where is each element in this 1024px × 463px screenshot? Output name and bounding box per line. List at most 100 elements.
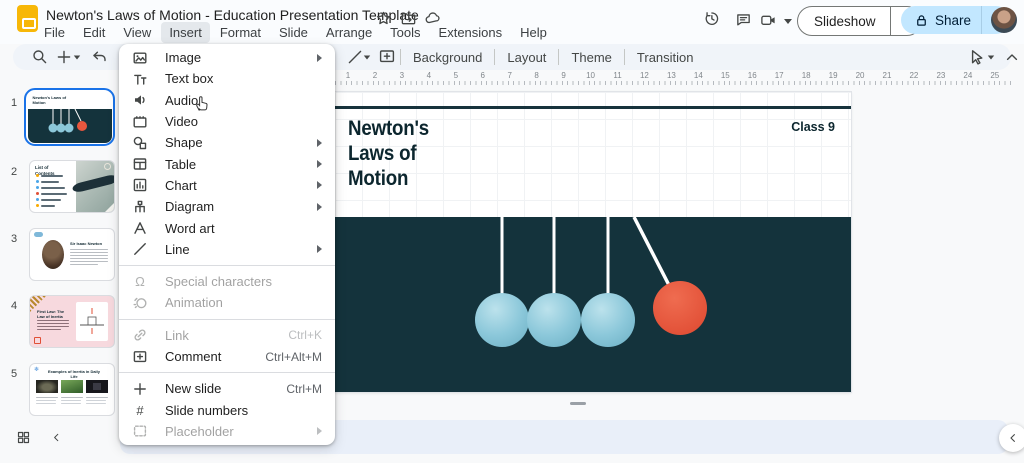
menu-view[interactable]: View — [115, 22, 159, 43]
line-tool-caret[interactable] — [364, 56, 370, 60]
menu-format[interactable]: Format — [212, 22, 269, 43]
slides-logo-icon[interactable] — [17, 5, 38, 32]
ruler-number: 24 — [958, 71, 978, 80]
menu-slide[interactable]: Slide — [271, 22, 316, 43]
ruler-number: 21 — [877, 71, 897, 80]
submenu-arrow-icon — [317, 203, 322, 211]
menu-item-label: Shape — [165, 135, 203, 150]
version-history-icon[interactable] — [703, 10, 720, 27]
ruler-number: 4 — [419, 71, 439, 80]
toolbar-text-buttons: BackgroundLayoutThemeTransition — [401, 44, 706, 70]
thumbnail-slide-5[interactable]: ❄ Examples of Inertia in Daily Life — [29, 363, 115, 416]
menu-item-label: Line — [165, 242, 190, 257]
ruler-number: 1 — [338, 71, 358, 80]
new-slide-icon[interactable] — [55, 48, 73, 66]
insert-menu-item-diagram[interactable]: Diagram — [119, 196, 335, 217]
submenu-arrow-icon — [317, 139, 322, 147]
zoom-icon[interactable] — [31, 48, 49, 66]
submenu-arrow-icon — [317, 160, 322, 168]
avatar[interactable] — [991, 7, 1017, 33]
insert-menu-item-table[interactable]: Table — [119, 153, 335, 174]
ruler-number: 25 — [985, 71, 1005, 80]
ruler-number: 13 — [661, 71, 681, 80]
insert-menu-item-comment[interactable]: CommentCtrl+Alt+M — [119, 346, 335, 367]
pointer-caret[interactable] — [988, 56, 994, 60]
video-call-icon[interactable] — [760, 12, 777, 29]
video-call-dropdown-caret[interactable] — [784, 19, 792, 24]
ruler-number: 7 — [500, 71, 520, 80]
comments-icon[interactable] — [735, 11, 752, 28]
menu-extensions[interactable]: Extensions — [431, 22, 511, 43]
insert-menu-item-chart[interactable]: Chart — [119, 175, 335, 196]
insert-menu-item-image[interactable]: Image — [119, 47, 335, 68]
shape-icon — [132, 135, 148, 151]
slide-number: 3 — [11, 233, 17, 245]
background-button[interactable]: Background — [401, 50, 494, 65]
ruler-number: 20 — [850, 71, 870, 80]
menu-edit[interactable]: Edit — [75, 22, 113, 43]
ruler-number: 19 — [823, 71, 843, 80]
undo-icon[interactable] — [91, 48, 109, 66]
thumbnail-slide-4[interactable]: First Law: The Law of Inertia — [29, 295, 115, 348]
audio-icon — [132, 92, 148, 108]
slide-number: 5 — [11, 368, 17, 380]
notes-resize-handle[interactable] — [570, 402, 586, 405]
ruler-number: 18 — [796, 71, 816, 80]
menu-item-label: Diagram — [165, 199, 214, 214]
thumbnail-slide-1[interactable]: Newton's Laws of Motion — [28, 92, 112, 143]
submenu-arrow-icon — [317, 54, 322, 62]
insert-menu-item-audio[interactable]: Audio — [119, 90, 335, 111]
insert-menu: Image Text boxAudioVideo Shape TableChart Di… — [119, 44, 335, 445]
menu-file[interactable]: File — [36, 22, 73, 43]
ruler: 1234567891011121314151617181920212223242… — [335, 71, 1013, 85]
grid-view-icon[interactable] — [16, 430, 31, 445]
line-tool-icon[interactable] — [346, 48, 364, 66]
pointer-icon[interactable] — [968, 48, 986, 66]
ruler-number: 23 — [931, 71, 951, 80]
menu-divider — [119, 265, 335, 266]
insert-menu-item-shape[interactable]: Shape — [119, 132, 335, 153]
insert-menu-item-line[interactable]: Line — [119, 239, 335, 260]
menu-tools[interactable]: Tools — [382, 22, 428, 43]
menu-item-label: Comment — [165, 349, 221, 364]
insert-menu-item-new-slide[interactable]: New slideCtrl+M — [119, 378, 335, 399]
filmstrip-collapse-icon[interactable] — [50, 431, 63, 444]
thumbnail-slide-2[interactable]: List of Contents — [29, 160, 115, 213]
insert-menu-item-word-art[interactable]: Word art — [119, 217, 335, 238]
line-icon — [132, 241, 148, 257]
newtons-cradle-graphic — [335, 217, 851, 392]
menu-insert[interactable]: Insert — [161, 22, 210, 43]
thumbnail-slide-3[interactable]: Sir Isaac Newton — [29, 228, 115, 281]
collapse-panel-button[interactable] — [999, 424, 1024, 452]
menu-item-label: Image — [165, 50, 201, 65]
menu-arrange[interactable]: Arrange — [318, 22, 380, 43]
slide-class-badge[interactable]: Class 9 — [791, 120, 835, 134]
diagram-icon — [132, 199, 148, 215]
ruler-number: 6 — [473, 71, 493, 80]
insert-menu-item-text-box[interactable]: Text box — [119, 68, 335, 89]
slide-canvas[interactable]: Newton's Laws of Motion Class 9 — [335, 92, 851, 392]
collapse-toolbar-icon[interactable] — [1003, 48, 1021, 66]
ruler-number: 12 — [634, 71, 654, 80]
submenu-arrow-icon — [317, 245, 322, 253]
add-comment-icon[interactable] — [378, 48, 396, 66]
insert-menu-item-link: LinkCtrl+K — [119, 325, 335, 346]
layout-button[interactable]: Layout — [495, 50, 558, 65]
menu-help[interactable]: Help — [512, 22, 555, 43]
transition-button[interactable]: Transition — [625, 50, 706, 65]
menu-item-label: Slide numbers — [165, 403, 248, 418]
table-icon — [132, 156, 148, 172]
insert-menu-item-video[interactable]: Video — [119, 111, 335, 132]
link-icon — [132, 327, 148, 343]
new-slide-caret[interactable] — [74, 56, 80, 60]
document-title[interactable]: Newton's Laws of Motion - Education Pres… — [46, 7, 419, 23]
slide-number: 4 — [11, 300, 17, 312]
slide-title[interactable]: Newton's Laws of Motion — [348, 116, 463, 191]
insert-menu-item-slide-numbers[interactable]: #Slide numbers — [119, 399, 335, 420]
chart-icon — [132, 177, 148, 193]
ruler-number: 16 — [742, 71, 762, 80]
thumbnail-slide-1-selected[interactable]: Newton's Laws of Motion — [24, 88, 115, 146]
ruler-number: 8 — [527, 71, 547, 80]
theme-button[interactable]: Theme — [559, 50, 623, 65]
menu-item-label: Animation — [165, 295, 223, 310]
